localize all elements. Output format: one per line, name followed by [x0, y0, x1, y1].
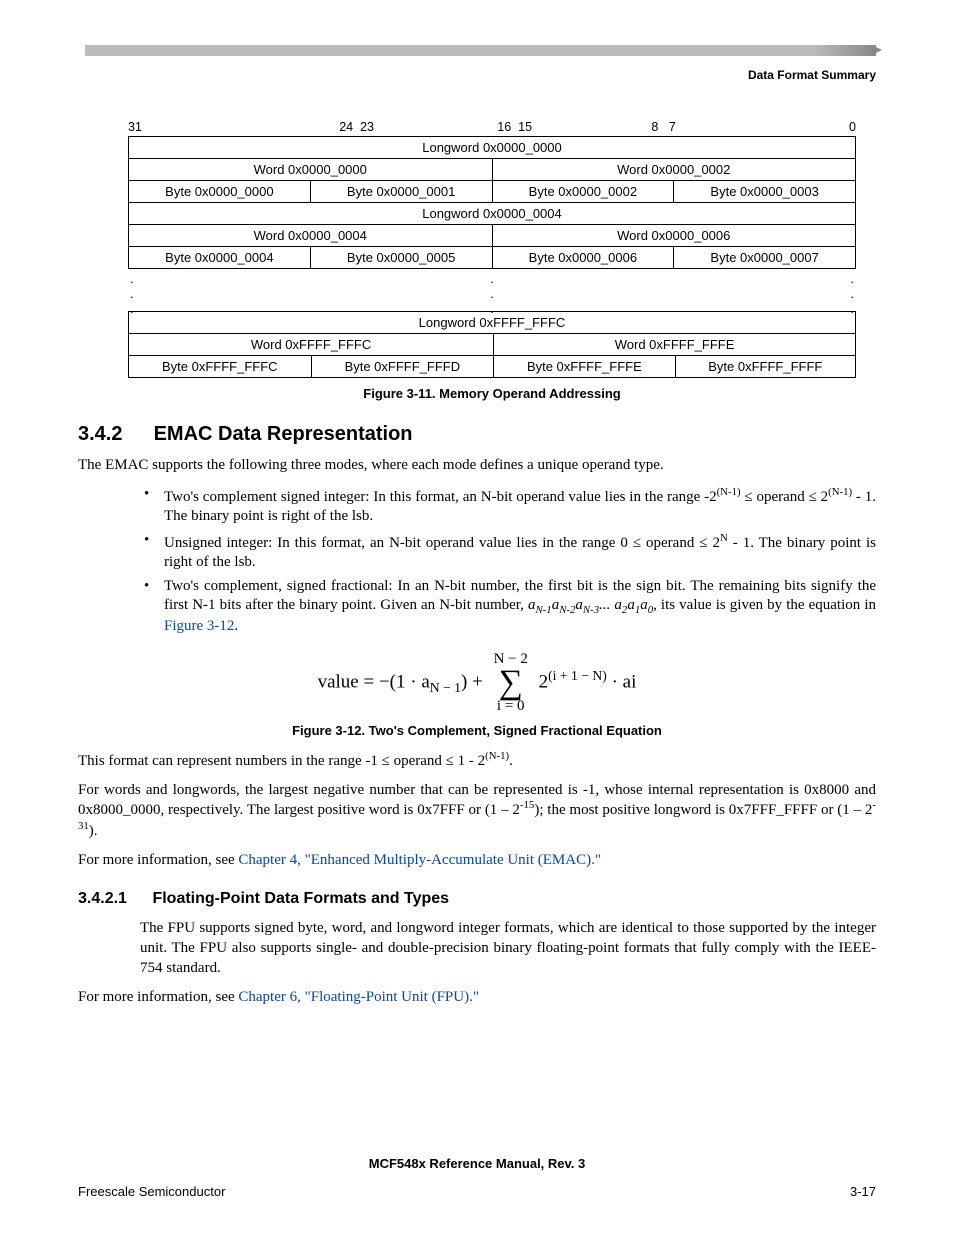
table-cell: Longword 0x0000_0000	[129, 137, 856, 159]
text: For more information, see	[78, 852, 238, 868]
table-cell: Byte 0x0000_0003	[674, 181, 856, 203]
table-cell: Byte 0xFFFF_FFFE	[494, 356, 675, 378]
table-cell: Word 0xFFFF_FFFC	[129, 334, 494, 356]
table-cell: Byte 0x0000_0004	[129, 247, 311, 269]
section-title: EMAC Data Representation	[154, 423, 413, 445]
equation-3-12: value = −(1 · aN − 1) + N − 2 ∑ i = 0 2(…	[78, 651, 876, 715]
list-item: Unsigned integer: In this format, an N-b…	[140, 531, 876, 573]
list-item: Two's complement signed integer: In this…	[140, 485, 876, 527]
sup: (N-1)	[828, 486, 852, 498]
section-heading-3-4-2: 3.4.2 EMAC Data Representation	[78, 423, 876, 446]
bit-31: 31	[128, 120, 142, 134]
section-title: Floating-Point Data Formats and Types	[152, 890, 449, 907]
section-heading-3-4-2-1: 3.4.2.1 Floating-Point Data Formats and …	[78, 890, 876, 908]
text: This format can represent numbers in the…	[78, 753, 485, 769]
bit-24: 24	[339, 120, 353, 134]
text: Unsigned integer: In this format, an N-b…	[164, 535, 720, 551]
link-figure-3-12[interactable]: Figure 3-12	[164, 618, 234, 634]
text: Two's complement signed integer: In this…	[164, 489, 717, 505]
table-ellipsis: ... ... ...	[128, 269, 856, 311]
paragraph: This format can represent numbers in the…	[78, 750, 876, 771]
text: a	[575, 597, 583, 613]
link-chapter-4[interactable]: Chapter 4, "Enhanced Multiply-Accumulate…	[238, 852, 601, 868]
sigma-icon: ∑	[494, 668, 528, 698]
table-cell: Longword 0x0000_0004	[129, 203, 856, 225]
bit-0: 0	[849, 120, 856, 134]
sub: N − 1	[430, 680, 461, 695]
sub: N-1	[535, 604, 551, 616]
text: ≤ operand ≤ 2	[741, 489, 829, 505]
text: a	[627, 597, 635, 613]
sum-lower: i = 0	[494, 698, 528, 715]
text: ); the most positive longword is 0x7FFF_…	[534, 802, 872, 818]
sup: (i + 1 − N)	[548, 668, 607, 683]
sup: (N-1)	[717, 486, 741, 498]
summation: N − 2 ∑ i = 0	[494, 651, 528, 715]
table-cell: Byte 0x0000_0002	[492, 181, 674, 203]
eq-lhs: value = −(1 · a	[318, 671, 430, 692]
list-item: Two's complement, signed fractional: In …	[140, 577, 876, 637]
section-number: 3.4.2.1	[78, 890, 148, 908]
text: , its value is given by the equation in	[653, 597, 876, 613]
sup: (N-1)	[485, 750, 509, 762]
footer-vendor: Freescale Semiconductor	[78, 1184, 225, 1199]
table-cell: Word 0x0000_0004	[129, 225, 493, 247]
text: For more information, see	[78, 989, 238, 1005]
table-cell: Byte 0x0000_0007	[674, 247, 856, 269]
paragraph: For more information, see Chapter 6, "Fl…	[78, 988, 876, 1007]
text: 2	[539, 671, 549, 692]
paragraph: The FPU supports signed byte, word, and …	[140, 918, 876, 979]
memory-table-2: Longword 0xFFFF_FFFC Word 0xFFFF_FFFC Wo…	[128, 311, 856, 378]
text: · ai	[607, 671, 637, 692]
running-header: Data Format Summary	[748, 68, 876, 82]
footer-title: MCF548x Reference Manual, Rev. 3	[0, 1156, 954, 1171]
bit-23: 23	[360, 120, 374, 134]
table-cell: Word 0xFFFF_FFFE	[494, 334, 856, 356]
text: ...	[599, 597, 614, 613]
bit-15: 15	[518, 120, 532, 134]
text: ).	[89, 823, 98, 839]
paragraph: For more information, see Chapter 4, "En…	[78, 851, 876, 870]
bullet-list: Two's complement signed integer: In this…	[140, 485, 876, 637]
text: ) +	[461, 671, 488, 692]
link-chapter-6[interactable]: Chapter 6, "Floating-Point Unit (FPU)."	[238, 989, 479, 1005]
paragraph: The EMAC supports the following three mo…	[78, 456, 876, 475]
bit-ruler: 31 24 23 16 15 8 7 0	[128, 120, 856, 134]
text: a	[640, 597, 648, 613]
figure-caption-3-12: Figure 3-12. Two's Complement, Signed Fr…	[78, 723, 876, 738]
sup: -15	[520, 799, 534, 811]
text: a	[614, 597, 622, 613]
table-cell: Word 0x0000_0006	[492, 225, 856, 247]
table-cell: Byte 0x0000_0001	[310, 181, 492, 203]
memory-table-1: Longword 0x0000_0000 Word 0x0000_0000 Wo…	[128, 136, 856, 269]
bit-16: 16	[497, 120, 511, 134]
table-cell: Byte 0x0000_0005	[310, 247, 492, 269]
table-cell: Byte 0xFFFF_FFFC	[129, 356, 312, 378]
table-cell: Byte 0x0000_0006	[492, 247, 674, 269]
bit-7: 7	[669, 120, 676, 134]
memory-table: 31 24 23 16 15 8 7 0 Longword 0x0000_000…	[128, 120, 856, 401]
section-number: 3.4.2	[78, 423, 148, 446]
sub: N-2	[559, 604, 575, 616]
paragraph: For words and longwords, the largest neg…	[78, 781, 876, 841]
figure-caption-3-11: Figure 3-11. Memory Operand Addressing	[128, 386, 856, 401]
table-cell: Byte 0x0000_0000	[129, 181, 311, 203]
sup: N	[720, 532, 728, 544]
table-cell: Byte 0xFFFF_FFFD	[311, 356, 494, 378]
table-cell: Word 0x0000_0000	[129, 159, 493, 181]
table-cell: Word 0x0000_0002	[492, 159, 856, 181]
page-number: 3-17	[850, 1184, 876, 1199]
text: .	[509, 753, 513, 769]
header-rule	[85, 45, 876, 56]
bit-8: 8	[651, 120, 658, 134]
table-cell: Byte 0xFFFF_FFFF	[675, 356, 855, 378]
sub: N-3	[583, 604, 599, 616]
